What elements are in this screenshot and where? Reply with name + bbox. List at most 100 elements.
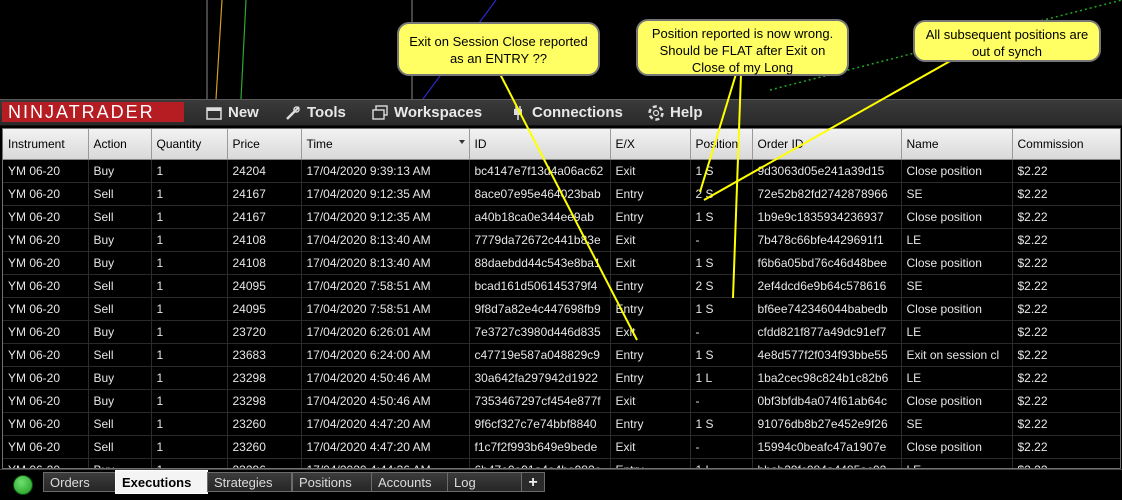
column-header-quantity[interactable]: Quantity bbox=[151, 129, 228, 160]
cell-price: 24108 bbox=[227, 251, 302, 275]
cell-position: - bbox=[690, 389, 753, 413]
cell-price: 24095 bbox=[227, 274, 302, 298]
cell-e-x: Entry bbox=[610, 366, 691, 390]
cell-id: f1c7f2f993b649e9bede bbox=[469, 435, 611, 459]
table-row[interactable]: YM 06-20Buy12329617/04/2020 4:44:36 AM6b… bbox=[3, 458, 1120, 468]
cell-action: Sell bbox=[88, 412, 152, 436]
cell-order-id: 2ef4dcd6e9b64c578616 bbox=[752, 274, 902, 298]
cell-price: 24167 bbox=[227, 205, 302, 229]
table-row[interactable]: YM 06-20 Sell 1 23260 17/04/2020 4:47:20 AM 9… bbox=[3, 412, 1120, 436]
cell-commission: $2.22 bbox=[1012, 205, 1120, 229]
cell-order-id: 15994c0beafc47a1907e bbox=[752, 435, 902, 459]
cell-name: SE bbox=[901, 412, 1013, 436]
cell-quantity: 1 bbox=[151, 343, 228, 367]
tab-accounts[interactable]: Accounts bbox=[371, 472, 448, 492]
connections-plug-icon bbox=[514, 105, 522, 120]
executions-grid[interactable]: Instrument Action Quantity Price Time ID E/X Po… bbox=[2, 128, 1121, 469]
column-header-instrument[interactable]: Instrument bbox=[3, 129, 89, 160]
table-row[interactable]: YM 06-20 Buy 1 23720 17/04/2020 6:26:01 AM 7e… bbox=[3, 320, 1120, 344]
table-row[interactable]: YM 06-20 Sell 1 24095 17/04/2020 7:58:51 AM 9… bbox=[3, 297, 1120, 321]
column-header-id[interactable]: ID bbox=[469, 129, 611, 160]
menu-connections[interactable]: Connections bbox=[510, 103, 623, 122]
cell-action: Buy bbox=[88, 251, 152, 275]
column-header-price[interactable]: Price bbox=[227, 129, 302, 160]
annotation-callout-entry: Exit on Session Close reported as an ENT… bbox=[397, 22, 600, 76]
cell-order-id: 0bf3bfdb4a074f61ab64c bbox=[752, 389, 902, 413]
cell-name: Close position bbox=[901, 389, 1013, 413]
cell-order-id: 1b9e9c1835934236937 bbox=[752, 205, 902, 229]
column-header-commission[interactable]: Commission bbox=[1012, 129, 1120, 160]
cell-action: Sell bbox=[88, 274, 152, 298]
grid-body: YM 06-20 Buy 1 24204 17/04/2020 9:39:13 AM bc… bbox=[3, 159, 1120, 468]
cell-time: 17/04/2020 4:47:20 AM bbox=[301, 412, 470, 436]
cell-quantity: 1 bbox=[151, 251, 228, 275]
table-row[interactable]: YM 06-20 Buy 1 24204 17/04/2020 9:39:13 AM bc… bbox=[3, 159, 1120, 183]
cell-instrument: YM 06-20 bbox=[3, 251, 89, 275]
cell-e-x: Entry bbox=[610, 458, 691, 468]
add-tab-button[interactable]: + bbox=[521, 472, 545, 492]
tab-strategies[interactable]: Strategies bbox=[207, 472, 292, 492]
cell-position: 1 S bbox=[690, 205, 753, 229]
cell-action: Buy bbox=[88, 228, 152, 252]
menu-tools[interactable]: Tools bbox=[285, 103, 346, 122]
cell-time: 17/04/2020 4:50:46 AM bbox=[301, 389, 470, 413]
annotation-callout-synch: All subsequent positions are out of sync… bbox=[913, 20, 1101, 62]
grid-header-row: Instrument Action Quantity Price Time ID E/X Po… bbox=[3, 129, 1120, 160]
tab-log[interactable]: Log bbox=[447, 472, 522, 492]
column-header-position[interactable]: Position bbox=[690, 129, 753, 160]
column-header-name[interactable]: Name bbox=[901, 129, 1013, 160]
cell-price: 23298 bbox=[227, 389, 302, 413]
tools-icon bbox=[286, 105, 300, 120]
cell-order-id: 7b478c66bfe4429691f1 bbox=[752, 228, 902, 252]
menu-workspaces[interactable]: Workspaces bbox=[372, 103, 482, 122]
table-row[interactable]: YM 06-20 Sell 1 24167 17/04/2020 9:12:35 AM a… bbox=[3, 205, 1120, 229]
cell-order-id: bf6ee742346044babedb bbox=[752, 297, 902, 321]
table-row[interactable]: YM 06-20 Sell 1 23260 17/04/2020 4:47:20 AM f… bbox=[3, 435, 1120, 459]
table-row[interactable]: YM 06-20 Buy 1 24108 17/04/2020 8:13:40 AM 77… bbox=[3, 228, 1120, 252]
tab-orders[interactable]: Orders bbox=[43, 472, 116, 492]
column-header-action[interactable]: Action bbox=[88, 129, 152, 160]
cell-name: LE bbox=[901, 228, 1013, 252]
menu-workspaces-label: Workspaces bbox=[394, 104, 483, 121]
menu-new[interactable]: New bbox=[206, 103, 259, 122]
table-row[interactable]: YM 06-20 Buy 1 23298 17/04/2020 4:50:46 AM 30… bbox=[3, 366, 1120, 390]
menu-new-label: New bbox=[228, 104, 259, 121]
menu-tools-label: Tools bbox=[307, 104, 346, 121]
table-row[interactable]: YM 06-20 Sell 1 24095 17/04/2020 7:58:51 AM b… bbox=[3, 274, 1120, 298]
cell-action: Sell bbox=[88, 182, 152, 206]
cell-price: 23683 bbox=[227, 343, 302, 367]
menu-connections-label: Connections bbox=[532, 104, 623, 121]
cell-price: 23720 bbox=[227, 320, 302, 344]
chart-series-line-green bbox=[240, 0, 247, 99]
cell-time: 17/04/2020 7:58:51 AM bbox=[301, 297, 470, 321]
cell-order-id: f6b6a05bd76c46d48bee bbox=[752, 251, 902, 275]
menu-help-label: Help bbox=[670, 104, 703, 121]
cell-quantity: 1 bbox=[151, 435, 228, 459]
tab-positions[interactable]: Positions bbox=[292, 472, 372, 492]
cell-commission: $2.22 bbox=[1012, 389, 1120, 413]
connection-status-icon[interactable] bbox=[13, 475, 33, 495]
column-header-e-x[interactable]: E/X bbox=[610, 129, 691, 160]
column-header-order-id[interactable]: Order ID bbox=[752, 129, 902, 160]
cell-commission: $2.22 bbox=[1012, 366, 1120, 390]
cell-time: 17/04/2020 4:50:46 AM bbox=[301, 366, 470, 390]
table-row[interactable]: YM 06-20 Sell 1 24167 17/04/2020 9:12:35 AM 8… bbox=[3, 182, 1120, 206]
cell-time: 17/04/2020 7:58:51 AM bbox=[301, 274, 470, 298]
annotation-callout-position: Position reported is now wrong. Should b… bbox=[636, 19, 849, 76]
cell-instrument: YM 06-20 bbox=[3, 274, 89, 298]
table-row[interactable]: YM 06-20 Buy 1 23298 17/04/2020 4:50:46 AM 73… bbox=[3, 389, 1120, 413]
cell-order-id: 1ba2cec98c824b1c82b6 bbox=[752, 366, 902, 390]
tab-executions[interactable]: Executions bbox=[115, 470, 208, 494]
cell-position: 1 S bbox=[690, 343, 753, 367]
cell-id: 7353467297cf454e877f bbox=[469, 389, 611, 413]
menu-help[interactable]: Help bbox=[648, 103, 703, 122]
cell-id: c47719e587a048829c9 bbox=[469, 343, 611, 367]
cell-time: 17/04/2020 4:47:20 AM bbox=[301, 435, 470, 459]
cell-instrument: YM 06-20 bbox=[3, 435, 89, 459]
table-row[interactable]: YM 06-20 Buy 1 24108 17/04/2020 8:13:40 AM 88… bbox=[3, 251, 1120, 275]
column-header-time[interactable]: Time bbox=[301, 129, 470, 160]
table-row[interactable]: YM 06-20 Sell 1 23683 17/04/2020 6:24:00 AM c… bbox=[3, 343, 1120, 367]
cell-id: 6b47e0e91a4e4be982e bbox=[469, 458, 611, 468]
cell-id: bc4147e7f13d4a06ac62 bbox=[469, 159, 611, 183]
cell-quantity: 1 bbox=[151, 366, 228, 390]
